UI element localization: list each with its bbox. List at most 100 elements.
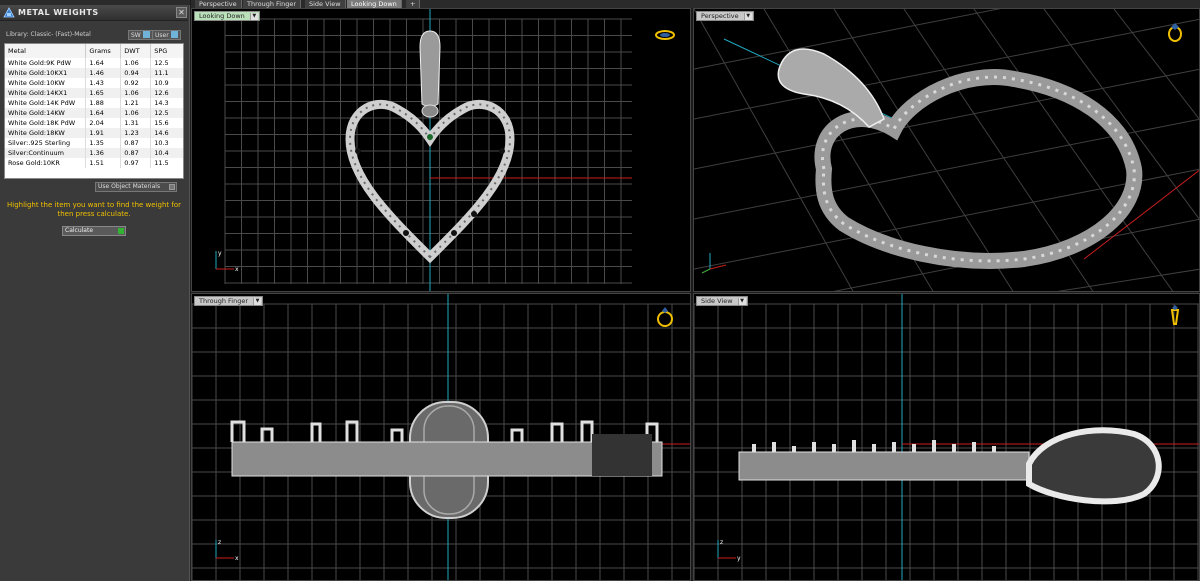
table-cell: 11.5 xyxy=(150,158,183,168)
table-cell: 1.06 xyxy=(120,88,152,98)
table-cell: 1.64 xyxy=(85,108,122,118)
table-cell: White Gold:18KW xyxy=(5,128,87,138)
table-cell: 10.3 xyxy=(150,138,183,148)
ring-orientation-icon[interactable] xyxy=(654,306,676,328)
table-row[interactable]: White Gold:14KW 1.64 1.06 12.5 xyxy=(5,108,183,118)
use-object-materials-checkbox[interactable]: Use Object Materials xyxy=(95,182,177,192)
toggle-user-indicator xyxy=(170,31,178,38)
table-cell: 11.1 xyxy=(150,68,183,78)
table-cell: White Gold:9K PdW xyxy=(5,58,87,68)
table-row[interactable]: Silver:Continuum 1.36 0.87 10.4 xyxy=(5,148,183,158)
checkbox-box[interactable] xyxy=(169,184,175,190)
table-cell: 2.04 xyxy=(85,118,122,128)
calculate-button[interactable]: Calculate xyxy=(62,226,126,236)
bail-side xyxy=(1026,427,1162,505)
calculate-label: Calculate xyxy=(65,227,94,234)
go-arrow-icon xyxy=(118,228,124,234)
viewport-label-text: Through Finger xyxy=(199,297,249,305)
table-cell: 12.5 xyxy=(150,108,183,118)
table-cell: 1.43 xyxy=(85,78,122,88)
table-cell: White Gold:10KW xyxy=(5,78,87,88)
table-cell: Silver:Continuum xyxy=(5,148,87,158)
perspective-canvas xyxy=(694,9,1199,291)
chevron-down-icon[interactable]: ▼ xyxy=(737,298,746,305)
gemstone xyxy=(355,148,361,154)
gemstone xyxy=(499,148,505,154)
toggle-user[interactable]: User xyxy=(152,30,181,40)
column-header-dwt[interactable]: DWT xyxy=(120,44,152,58)
table-cell: 0.87 xyxy=(120,138,152,148)
rhino-matrix-window: METAL WEIGHTS ✕ Library: Classic- (Fast)… xyxy=(0,0,1200,581)
column-header-spg[interactable]: SPG xyxy=(150,44,183,58)
instruction-text: Highlight the item you want to find the … xyxy=(6,201,182,218)
close-icon[interactable]: ✕ xyxy=(176,7,187,18)
axis-indicator-icon xyxy=(701,253,727,274)
toggle-sw-label: SW xyxy=(131,32,141,39)
tab-through-finger[interactable]: Through Finger xyxy=(243,0,302,8)
table-cell: 1.88 xyxy=(85,98,122,108)
svg-text:x: x xyxy=(235,555,239,562)
viewport-label-side-view[interactable]: Side View ▼ xyxy=(696,296,748,306)
metal-weights-icon xyxy=(3,7,15,18)
view-tab-bar: Perspective Through Finger Side View Loo… xyxy=(191,0,1200,8)
table-cell: 0.94 xyxy=(120,68,152,78)
table-row[interactable]: White Gold:14K PdW 1.88 1.21 14.3 xyxy=(5,98,183,108)
table-cell: 1.51 xyxy=(85,158,122,168)
table-row[interactable]: White Gold:10KW 1.43 0.92 10.9 xyxy=(5,78,183,88)
bail-perspective xyxy=(777,48,885,128)
table-cell: 1.06 xyxy=(120,108,152,118)
table-cell: 15.6 xyxy=(150,118,183,128)
table-row[interactable]: Rose Gold:10KR 1.51 0.97 11.5 xyxy=(5,158,183,168)
tab-perspective[interactable]: Perspective xyxy=(195,0,242,8)
column-header-metal[interactable]: Metal xyxy=(5,44,87,58)
table-cell: 1.91 xyxy=(85,128,122,138)
toggle-user-label: User xyxy=(155,32,169,39)
gemstone xyxy=(471,211,477,217)
viewport-looking-down[interactable]: Looking Down ▼ y x xyxy=(191,8,691,292)
chevron-down-icon[interactable]: ▼ xyxy=(249,13,258,20)
metal-weight-table[interactable]: Metal Grams DWT SPG White Gold:9K PdW 1.6… xyxy=(4,43,184,179)
table-cell: White Gold:14KX1 xyxy=(5,88,87,98)
table-cell: 1.21 xyxy=(120,98,152,108)
table-cell: 10.4 xyxy=(150,148,183,158)
ring-orientation-icon[interactable] xyxy=(654,24,676,46)
chevron-down-icon[interactable]: ▼ xyxy=(743,13,752,20)
table-row[interactable]: White Gold:18K PdW 2.04 1.31 15.6 xyxy=(5,118,183,128)
table-cell: 1.64 xyxy=(85,58,122,68)
tab-side-view[interactable]: Side View xyxy=(305,0,346,8)
chevron-down-icon[interactable]: ▼ xyxy=(253,298,262,305)
table-cell: 1.35 xyxy=(85,138,122,148)
svg-text:y: y xyxy=(737,555,741,562)
viewport-label-perspective[interactable]: Perspective ▼ xyxy=(696,11,754,21)
viewport-side-view[interactable]: Side View ▼ z y xyxy=(693,293,1200,581)
column-header-grams[interactable]: Grams xyxy=(85,44,122,58)
viewport-perspective[interactable]: Perspective ▼ xyxy=(693,8,1200,292)
table-cell: 0.92 xyxy=(120,78,152,88)
table-cell: White Gold:10KX1 xyxy=(5,68,87,78)
table-row[interactable]: Silver:.925 Sterling 1.35 0.87 10.3 xyxy=(5,138,183,148)
axis-indicator-icon: z y xyxy=(717,539,741,562)
table-cell: Rose Gold:10KR xyxy=(5,158,87,168)
table-cell: 0.87 xyxy=(120,148,152,158)
viewport-label-through-finger[interactable]: Through Finger ▼ xyxy=(194,296,264,306)
looking-down-canvas xyxy=(224,9,632,291)
table-row[interactable]: White Gold:14KX1 1.65 1.06 12.6 xyxy=(5,88,183,98)
viewport-label-text: Looking Down xyxy=(199,12,245,20)
table-cell: 12.6 xyxy=(150,88,183,98)
ring-orientation-icon[interactable] xyxy=(1164,21,1186,43)
table-row[interactable]: White Gold:9K PdW 1.64 1.06 12.5 xyxy=(5,58,183,68)
toggle-sw[interactable]: SW xyxy=(128,30,153,40)
table-row[interactable]: White Gold:18KW 1.91 1.23 14.6 xyxy=(5,128,183,138)
bail-shape xyxy=(419,30,441,107)
table-cell: Silver:.925 Sterling xyxy=(5,138,87,148)
viewport-through-finger[interactable]: Through Finger ▼ z x xyxy=(191,293,691,581)
viewport-label-looking-down[interactable]: Looking Down ▼ xyxy=(194,11,260,21)
bail-ring xyxy=(421,104,439,118)
through-finger-canvas xyxy=(192,294,690,580)
table-row[interactable]: White Gold:10KX1 1.46 0.94 11.1 xyxy=(5,68,183,78)
tab-looking-down[interactable]: Looking Down xyxy=(347,0,402,8)
tab-add-icon[interactable]: + xyxy=(406,0,421,8)
table-cell: 0.97 xyxy=(120,158,152,168)
ring-orientation-icon[interactable] xyxy=(1164,304,1186,326)
table-cell: 1.65 xyxy=(85,88,122,98)
